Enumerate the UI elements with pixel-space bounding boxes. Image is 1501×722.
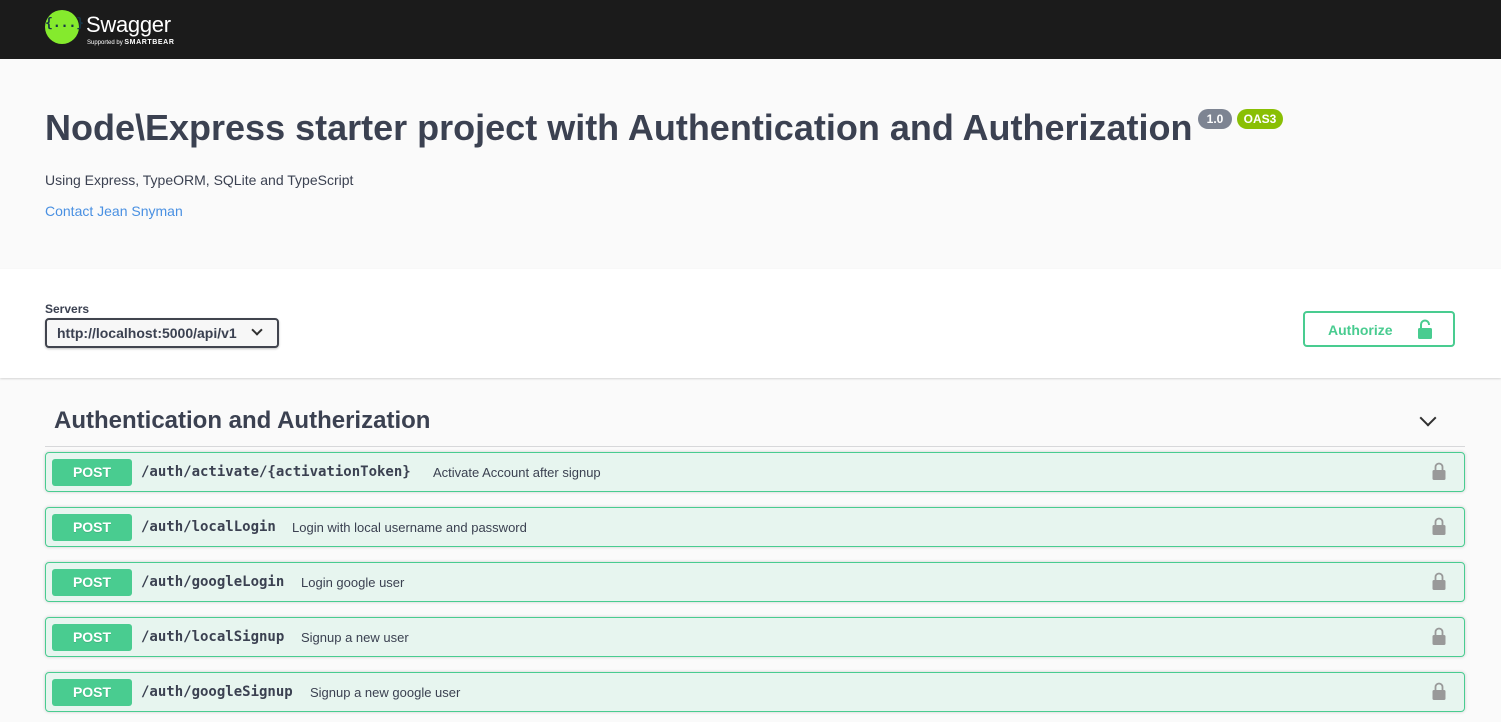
operation-summary: Activate Account after signup [433, 465, 601, 480]
authorize-label: Authorize [1328, 322, 1393, 338]
sponsor-name: SMARTBEAR [124, 39, 175, 46]
servers-label: Servers [45, 302, 90, 316]
api-info: Node\Express starter project with Authen… [0, 59, 1501, 269]
supported-by-text: Supported by [87, 40, 123, 46]
operation-summary: Login with local username and password [292, 520, 527, 535]
operation-path: /auth/localSignup [141, 629, 285, 645]
swagger-logo-icon: {...} [45, 10, 85, 44]
brand-tagline: Supported by SMARTBEAR [87, 39, 175, 46]
topbar: {...} Swagger Supported by SMARTBEAR [0, 0, 1501, 59]
brand-name: Swagger [86, 12, 171, 37]
lock-icon[interactable] [1432, 517, 1446, 535]
operation-summary: Login google user [301, 575, 405, 590]
lock-icon[interactable] [1432, 627, 1446, 645]
api-description: Using Express, TypeORM, SQLite and TypeS… [45, 172, 354, 188]
operation-row[interactable]: POST /auth/localSignup Signup a new user [45, 617, 1465, 657]
method-badge: POST [52, 679, 132, 706]
swagger-logo-glyph: {...} [45, 16, 85, 31]
lock-icon[interactable] [1432, 682, 1446, 700]
operation-row[interactable]: POST /auth/googleLogin Login google user [45, 562, 1465, 602]
swagger-logo[interactable]: {...} Swagger Supported by SMARTBEAR [45, 10, 205, 50]
operation-row[interactable]: POST /auth/localLogin Login with local u… [45, 507, 1465, 547]
servers-select[interactable]: http://localhost:5000/api/v1 [45, 318, 279, 348]
api-title: Node\Express starter project with Authen… [45, 107, 1193, 148]
operation-path: /auth/activate/{activationToken} [141, 464, 411, 480]
operation-path: /auth/googleLogin [141, 574, 285, 590]
contact-link[interactable]: Contact Jean Snyman [45, 203, 183, 219]
servers-selected-value: http://localhost:5000/api/v1 [57, 325, 237, 341]
method-badge: POST [52, 569, 132, 596]
operation-path: /auth/localLogin [141, 519, 276, 535]
operation-summary: Signup a new google user [310, 685, 461, 700]
method-badge: POST [52, 514, 132, 541]
lock-icon[interactable] [1432, 462, 1446, 480]
scheme-container: Servers http://localhost:5000/api/v1 Aut… [0, 269, 1501, 378]
authorize-button[interactable]: Authorize [1303, 311, 1455, 347]
tag-title: Authentication and Autherization [54, 407, 431, 434]
operation-summary: Signup a new user [301, 630, 409, 645]
chevron-down-icon [251, 324, 263, 336]
method-badge: POST [52, 624, 132, 651]
unlocked-lock-icon [1418, 319, 1432, 339]
method-badge: POST [52, 459, 132, 486]
chevron-down-icon[interactable] [1419, 409, 1437, 427]
tag-header[interactable]: Authentication and Autherization [45, 395, 1465, 447]
operation-path: /auth/googleSignup [141, 684, 293, 700]
lock-icon[interactable] [1432, 572, 1446, 590]
version-badge: 1.0 [1198, 109, 1232, 129]
operation-row[interactable]: POST /auth/googleSignup Signup a new goo… [45, 672, 1465, 712]
oas-badge: OAS3 [1237, 109, 1283, 129]
operation-row[interactable]: POST /auth/activate/{activationToken} Ac… [45, 452, 1465, 492]
